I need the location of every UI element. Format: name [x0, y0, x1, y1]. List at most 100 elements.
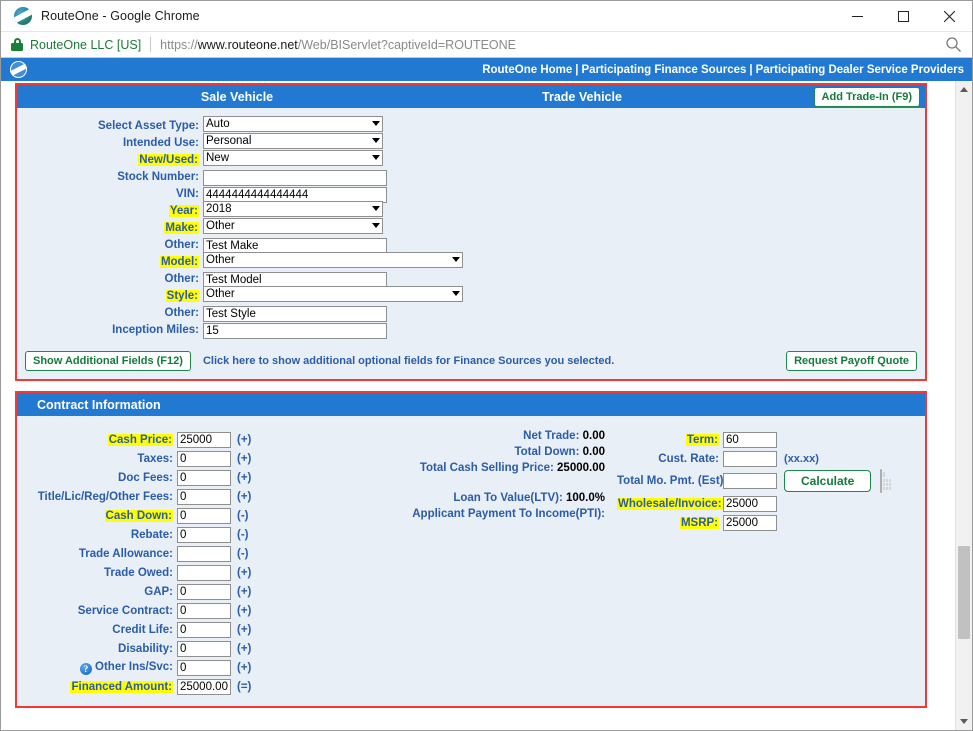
input-term[interactable]	[723, 431, 777, 448]
input-disability[interactable]	[177, 640, 231, 657]
input-title-lic-reg-other-fees[interactable]	[177, 488, 231, 505]
page-scroll-area: Sale Vehicle Trade Vehicle Add Trade-In …	[1, 81, 972, 730]
show-additional-fields-button[interactable]: Show Additional Fields (F12)	[25, 351, 191, 372]
input-cash-price[interactable]	[177, 431, 231, 448]
select-year[interactable]: 2018	[203, 201, 383, 217]
vehicle-section-footer: Show Additional Fields (F12) Click here …	[17, 345, 925, 379]
site-identity-label[interactable]: RouteOne LLC [US]	[30, 38, 141, 52]
ratio-label: Loan To Value(LTV):	[453, 492, 566, 505]
vehicle-field-row: Other:	[17, 237, 925, 254]
label-cust-rate: Cust. Rate:	[658, 452, 719, 465]
label-inception-miles: Inception Miles:	[112, 324, 199, 336]
vehicle-field-row: Other:	[17, 271, 925, 288]
nav-link-participating-finance-sources[interactable]: Participating Finance Sources	[582, 64, 747, 76]
label-msrp: MSRP:	[679, 516, 719, 529]
summary-net-trade: Net Trade: 0.00	[275, 430, 605, 446]
input-msrp[interactable]	[723, 514, 777, 531]
url-scheme: https://	[160, 37, 198, 52]
scroll-down-arrow-icon[interactable]	[956, 713, 972, 730]
chevron-down-icon	[452, 257, 460, 262]
sign-indicator: (+)	[237, 433, 252, 446]
input-wholesale-invoice[interactable]	[723, 495, 777, 512]
contract-right-fields: Term: Cust. Rate: (xx.xx) Total Mo. Pmt. (E…	[617, 430, 892, 532]
trade-vehicle-title: Trade Vehicle	[542, 89, 622, 104]
browser-window: RouteOne - Google Chrome RouteOne LLC [U…	[0, 0, 973, 731]
input-credit-life[interactable]	[177, 621, 231, 638]
minimize-button[interactable]	[834, 1, 880, 32]
help-icon[interactable]: ?	[80, 662, 93, 675]
contract-field-row: Service Contract: (+)	[17, 601, 277, 620]
input-total-mo-pmt-est[interactable]	[723, 473, 777, 490]
input-rebate[interactable]	[177, 526, 231, 543]
input-other-11[interactable]	[203, 306, 387, 322]
input-cash-down[interactable]	[177, 507, 231, 524]
nav-separator: |	[575, 63, 579, 76]
select-style[interactable]: Other	[203, 286, 463, 302]
label-total-mo-pmt-est: Total Mo. Pmt. (Est):	[617, 475, 728, 488]
contract-field-row: Title/Lic/Reg/Other Fees: (+)	[17, 487, 277, 506]
contract-field-row: ?Other Ins/Svc: (+)	[17, 658, 277, 677]
add-trade-in-button[interactable]: Add Trade-In (F9)	[813, 87, 920, 108]
close-button[interactable]	[926, 1, 972, 32]
url-text[interactable]: https://www.routeone.net/Web/BIServlet?c…	[160, 38, 516, 52]
search-icon[interactable]	[945, 36, 962, 58]
vehicle-field-row: Stock Number:	[17, 169, 925, 186]
input-trade-owed[interactable]	[177, 564, 231, 581]
input-cust-rate[interactable]	[723, 450, 777, 467]
nav-link-routeone-home[interactable]: RouteOne Home	[482, 64, 572, 76]
summary-label: Net Trade:	[523, 430, 583, 443]
contract-field-row: GAP: (+)	[17, 582, 277, 601]
input-gap[interactable]	[177, 583, 231, 600]
vehicle-section-header: Sale Vehicle Trade Vehicle Add Trade-In …	[17, 85, 925, 108]
contract-right-row: Cust. Rate: (xx.xx)	[617, 449, 877, 468]
select-value: Other	[206, 288, 235, 300]
input-doc-fees[interactable]	[177, 469, 231, 486]
calculate-button[interactable]: Calculate	[784, 470, 872, 493]
calculator-icon[interactable]	[880, 469, 892, 494]
input-taxes[interactable]	[177, 450, 231, 467]
label-model: Model:	[159, 256, 199, 268]
scroll-up-arrow-icon[interactable]	[956, 81, 972, 98]
vehicle-field-row: Style: Other	[17, 286, 925, 304]
input-inception-miles-12[interactable]	[203, 323, 387, 339]
input-other-ins-svc[interactable]	[177, 659, 231, 676]
ratio-value: 100.0%	[565, 492, 605, 505]
sign-indicator: (+)	[237, 604, 252, 617]
chevron-down-icon	[372, 121, 380, 126]
summary-total-cash-selling-price: Total Cash Selling Price: 25000.00	[275, 462, 605, 478]
vehicle-field-row: Model: Other	[17, 252, 925, 270]
label-gap: GAP:	[144, 585, 173, 598]
contract-field-row: Taxes: (+)	[17, 449, 277, 468]
address-bar[interactable]: RouteOne LLC [US] https://www.routeone.n…	[1, 32, 972, 58]
select-value: 2018	[206, 203, 232, 215]
select-make[interactable]: Other	[203, 218, 383, 234]
select-select-asset-type[interactable]: Auto	[203, 116, 383, 132]
input-stock-number-3[interactable]	[203, 170, 387, 186]
vehicle-fields: Select Asset Type: Auto Intended Use: Perso…	[17, 108, 925, 345]
select-intended-use[interactable]: Personal	[203, 133, 383, 149]
vehicle-field-row: Year: 2018	[17, 201, 925, 219]
vertical-scrollbar[interactable]	[955, 81, 972, 730]
select-model[interactable]: Other	[203, 252, 463, 268]
label-taxes: Taxes:	[137, 452, 173, 465]
routeone-logo-icon[interactable]	[10, 61, 27, 78]
request-payoff-quote-button[interactable]: Request Payoff Quote	[786, 351, 917, 372]
input-financed-amount	[177, 678, 231, 695]
label-other: Other:	[164, 307, 200, 319]
label-style: Style:	[165, 290, 199, 302]
input-trade-allowance[interactable]	[177, 545, 231, 562]
rate-format-hint: (xx.xx)	[784, 452, 819, 465]
chrome-favicon-icon	[14, 7, 32, 25]
select-new-used[interactable]: New	[203, 150, 383, 166]
contract-right-row: Term:	[617, 430, 877, 449]
contract-body: Cash Price:(+)Taxes:(+)Doc Fees:(+)Title…	[17, 416, 925, 706]
contract-field-row: Disability: (+)	[17, 639, 277, 658]
nav-link-participating-dealer-service-providers[interactable]: Participating Dealer Service Providers	[756, 64, 964, 76]
maximize-button[interactable]	[880, 1, 926, 32]
contract-section: Contract Information Cash Price:(+)Taxes…	[15, 391, 927, 709]
vehicle-field-row: Intended Use: Personal	[17, 133, 925, 151]
label-term: Term:	[685, 433, 719, 446]
input-service-contract[interactable]	[177, 602, 231, 619]
vehicle-section: Sale Vehicle Trade Vehicle Add Trade-In …	[15, 83, 927, 382]
scrollbar-thumb[interactable]	[958, 546, 970, 639]
